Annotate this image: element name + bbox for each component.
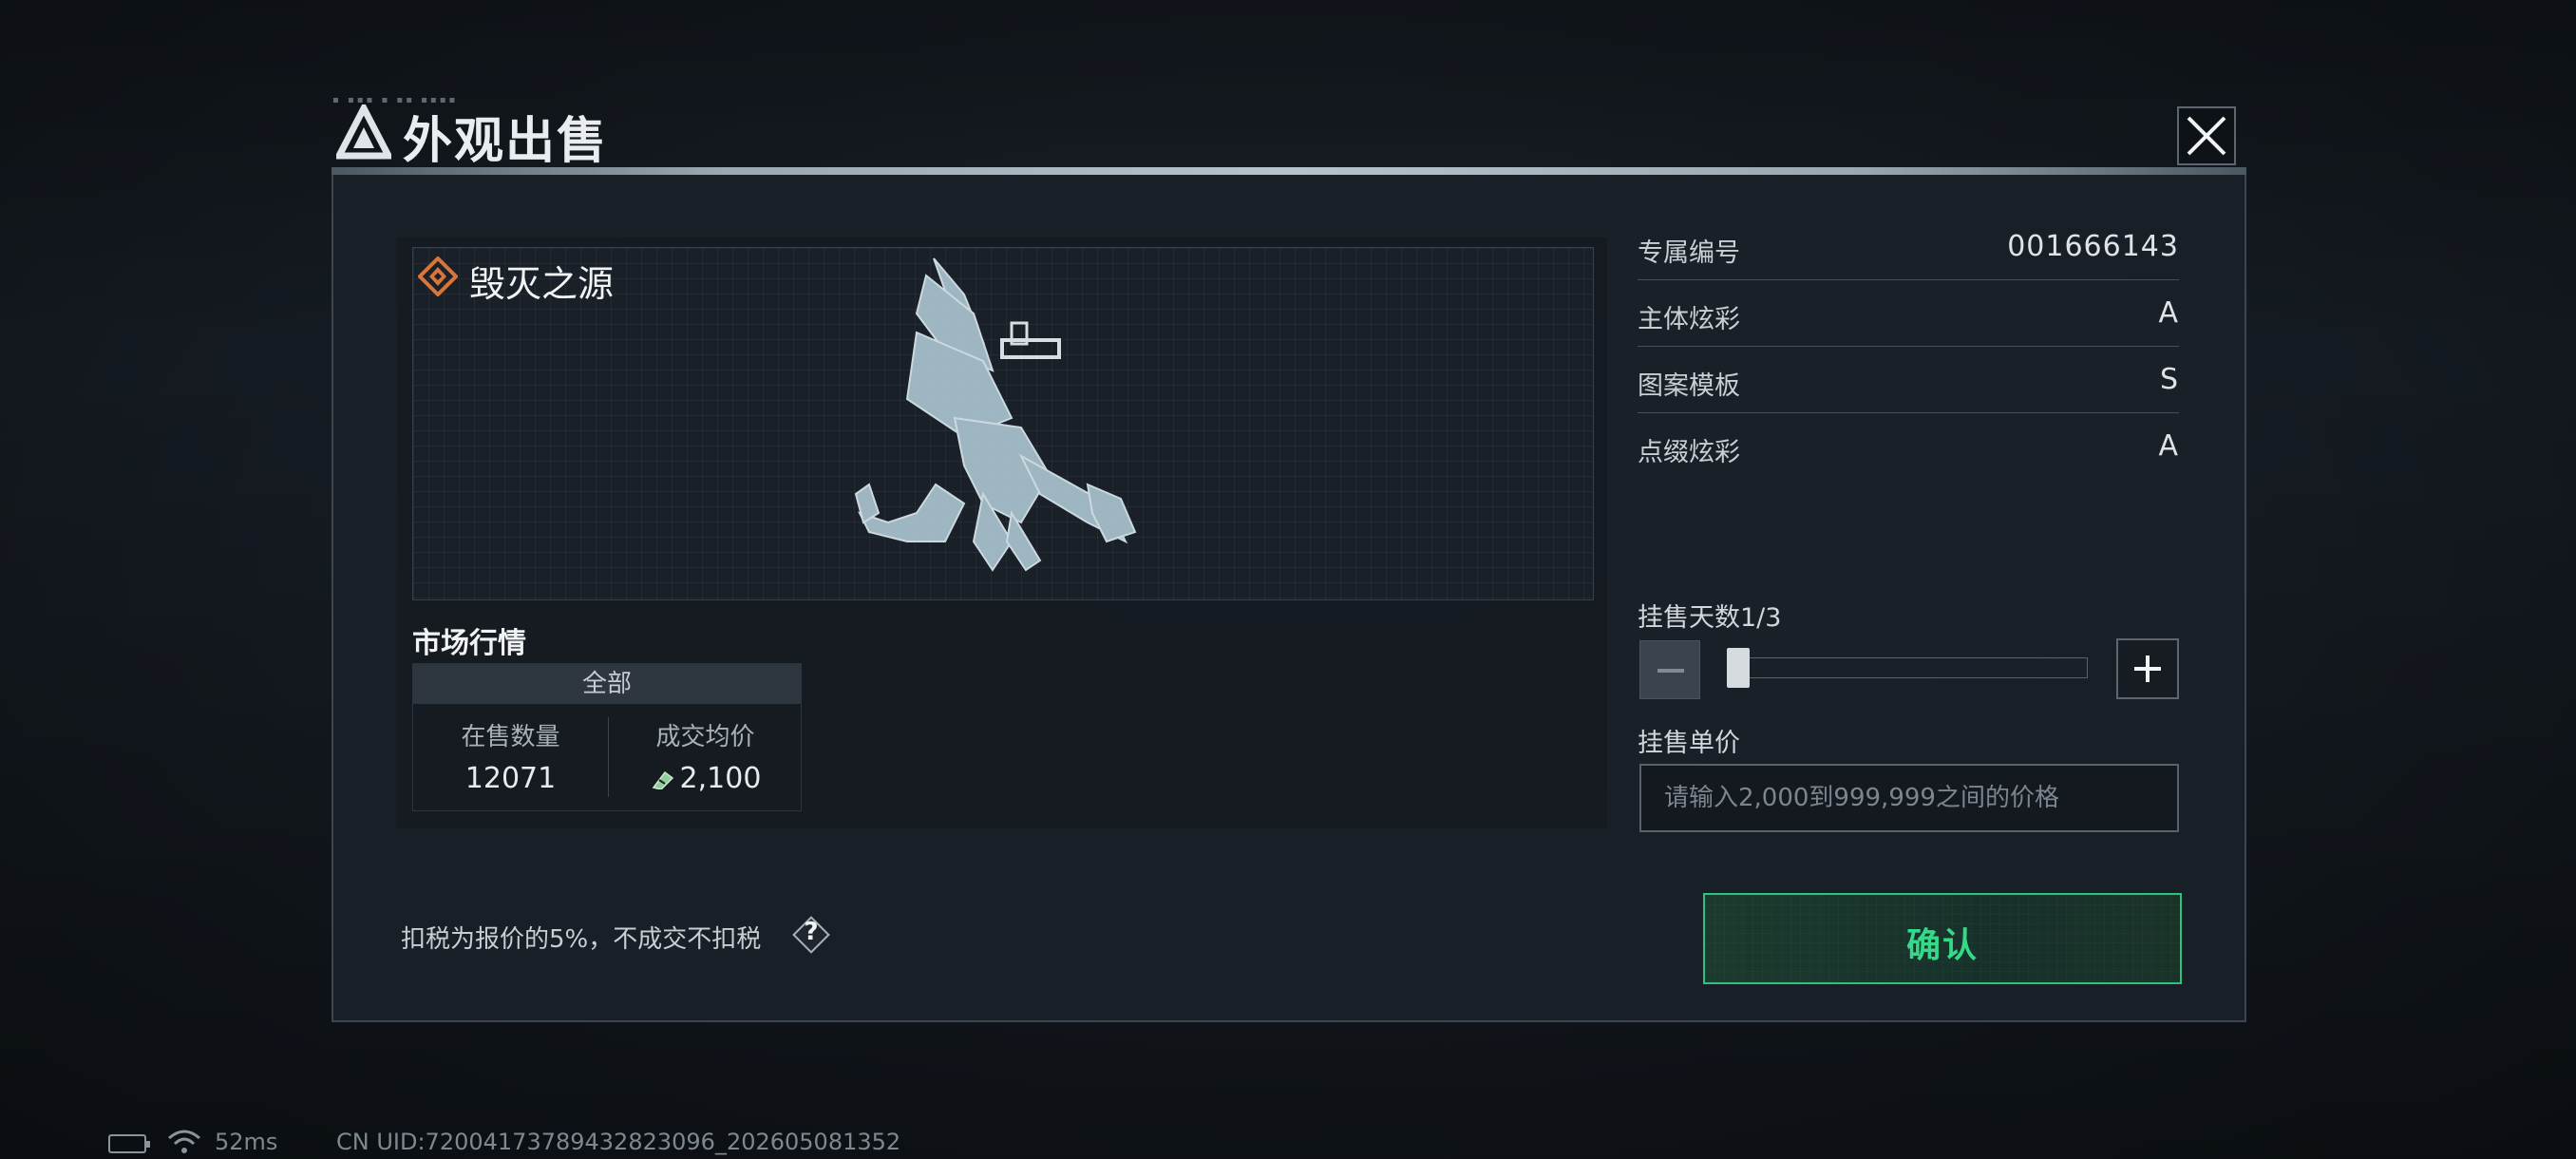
page-title: 外观出售 xyxy=(403,113,609,170)
info-value: A xyxy=(2158,296,2179,330)
avg-price-column: 成交均价 2,100 xyxy=(608,717,803,795)
plus-icon-vertical xyxy=(2146,656,2150,682)
question-icon: ? xyxy=(804,918,819,946)
confirm-label: 确认 xyxy=(1905,926,1979,965)
on-sale-label: 在售数量 xyxy=(461,723,560,751)
triangle-logo-icon xyxy=(336,104,391,160)
avg-price-row: 2,100 xyxy=(608,762,803,795)
close-icon xyxy=(2187,116,2226,156)
dialog-top-border xyxy=(331,167,2246,175)
info-row-accent-color: 点缀炫彩 A xyxy=(1638,412,2179,479)
avg-price-value: 2,100 xyxy=(679,762,762,795)
info-value: S xyxy=(2159,363,2179,396)
on-sale-value: 12071 xyxy=(464,762,557,795)
info-value: 001666143 xyxy=(2007,230,2179,263)
item-name: 毁灭之源 xyxy=(469,263,615,305)
ticket-icon xyxy=(652,770,673,789)
diamond-rarity-icon xyxy=(418,256,458,296)
ping-text: 52ms xyxy=(215,1129,278,1155)
days-slider-track[interactable] xyxy=(1727,657,2088,678)
info-label: 点缀炫彩 xyxy=(1638,438,1740,467)
wifi-icon xyxy=(168,1130,200,1153)
confirm-button[interactable]: 确认 xyxy=(1703,893,2182,984)
info-label: 主体炫彩 xyxy=(1638,305,1740,334)
price-label: 挂售单价 xyxy=(1638,729,1740,758)
tax-note: 扣税为报价的5%，不成交不扣税 xyxy=(401,925,762,954)
dialog-header: ▪ ▪▪▪ ▪ ▪▪ ▪▪▪▪ 外观出售 xyxy=(332,95,1297,170)
battery-icon xyxy=(108,1134,150,1153)
info-value: A xyxy=(2158,429,2179,463)
days-increase-button[interactable] xyxy=(2116,638,2179,699)
on-sale-column: 在售数量 12071 xyxy=(413,717,608,795)
days-slider-handle[interactable] xyxy=(1727,648,1750,688)
info-label: 图案模板 xyxy=(1638,371,1740,401)
listing-days-label: 挂售天数1/3 xyxy=(1638,603,1782,633)
skin-preview-image xyxy=(854,257,1137,572)
info-row-id: 专属编号 001666143 xyxy=(1638,213,2179,280)
avg-price-label: 成交均价 xyxy=(655,723,755,751)
days-decrease-button[interactable] xyxy=(1639,640,1700,699)
market-tab-all[interactable]: 全部 xyxy=(413,664,801,704)
info-row-pattern: 图案模板 S xyxy=(1638,346,2179,413)
close-button[interactable] xyxy=(2177,106,2236,165)
market-summary: 全部 在售数量 12071 成交均价 2,100 xyxy=(412,663,802,811)
info-row-main-color: 主体炫彩 A xyxy=(1638,279,2179,347)
minus-icon xyxy=(1657,669,1684,673)
uid-text: CN UID:7200417378943282309​6_20260508135… xyxy=(336,1129,901,1155)
market-title: 市场行情 xyxy=(412,627,526,660)
price-input[interactable] xyxy=(1639,764,2179,832)
info-label: 专属编号 xyxy=(1638,238,1740,268)
help-button[interactable]: ? xyxy=(792,916,830,954)
